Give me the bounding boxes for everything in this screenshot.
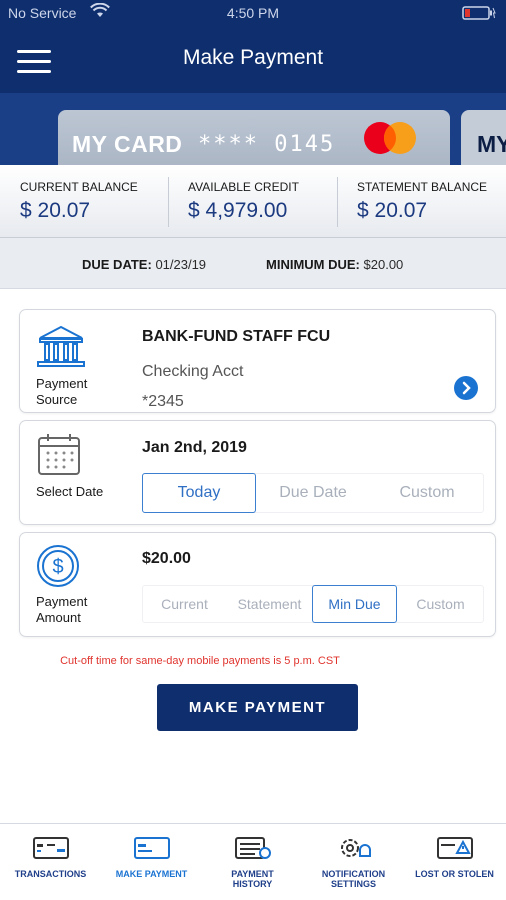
amount-option-statement[interactable]: Statement <box>227 585 312 623</box>
available-credit: AVAILABLE CREDIT $ 4,979.00 <box>188 165 338 238</box>
balance-summary: CURRENT BALANCE $ 20.07 AVAILABLE CREDIT… <box>0 165 506 238</box>
svg-text:$: $ <box>52 556 63 578</box>
minimum-due: MINIMUM DUE: $20.00 <box>266 257 403 272</box>
mastercard-logo-icon <box>364 122 416 154</box>
make-payment-button[interactable]: MAKE PAYMENT <box>157 684 358 731</box>
statement-balance: STATEMENT BALANCE $ 20.07 <box>357 165 506 238</box>
card-name: MY CARD <box>72 131 183 157</box>
chevron-right-icon <box>462 381 471 395</box>
payment-amount-panel: $ Payment Amount $20.00 Current Statement… <box>19 532 496 637</box>
next-card-name: MY <box>477 131 506 157</box>
current-balance: CURRENT BALANCE $ 20.07 <box>20 165 170 238</box>
top-bar: No Service 4:50 PM Make Payment <box>0 0 506 93</box>
selected-card[interactable]: MY CARD **** 0145 mastercard <box>58 110 450 165</box>
dollar-coin-icon: $ <box>37 545 79 587</box>
tab-notification-settings-label: NOTIFICATION SETTINGS <box>321 869 386 889</box>
payment-source-panel[interactable]: Payment Source BANK-FUND STAFF FCU Checki… <box>19 309 496 413</box>
bottom-tab-bar: TRANSACTIONS MAKE PAYMENT PAYMENT HISTORY <box>0 823 506 900</box>
tab-payment-history[interactable]: PAYMENT HISTORY <box>202 824 303 900</box>
payment-amount-value: $20.00 <box>142 550 191 567</box>
tab-payment-history-label: PAYMENT HISTORY <box>231 869 274 889</box>
select-date-panel: Select Date Jan 2nd, 2019 Today Due Date… <box>19 420 496 525</box>
page-title: Make Payment <box>182 46 324 69</box>
account-number: *2345 <box>142 393 184 410</box>
tab-make-payment-label: MAKE PAYMENT <box>115 869 188 879</box>
statement-balance-value: $ 20.07 <box>357 199 428 222</box>
due-date-label: DUE DATE: <box>82 257 152 272</box>
next-card[interactable]: MY <box>461 110 506 165</box>
minimum-due-label: MINIMUM DUE: <box>266 257 360 272</box>
payment-amount-label: Payment Amount <box>36 594 88 625</box>
account-type: Checking Acct <box>142 363 244 380</box>
current-balance-value: $ 20.07 <box>20 199 91 222</box>
bank-name: BANK-FUND STAFF FCU <box>142 328 331 345</box>
tab-notification-settings[interactable]: NOTIFICATION SETTINGS <box>303 824 404 900</box>
current-balance-label: CURRENT BALANCE <box>20 180 138 194</box>
date-option-custom[interactable]: Custom <box>370 473 484 513</box>
make-payment-icon <box>134 837 170 859</box>
statement-balance-label: STATEMENT BALANCE <box>357 180 488 194</box>
available-credit-label: AVAILABLE CREDIT <box>188 180 299 194</box>
minimum-due-value: $20.00 <box>363 257 404 272</box>
select-date-label: Select Date <box>36 484 104 499</box>
due-date-value: 01/23/19 <box>155 257 207 272</box>
date-option-today[interactable]: Today <box>142 473 256 513</box>
tab-transactions[interactable]: TRANSACTIONS <box>0 824 101 900</box>
clock-label: 4:50 PM <box>226 5 280 21</box>
amount-option-custom[interactable]: Custom <box>397 585 484 623</box>
cutoff-note: Cut-off time for same-day mobile payment… <box>60 655 340 667</box>
due-info-bar: DUE DATE: 01/23/19 MINIMUM DUE: $20.00 <box>0 238 506 289</box>
tab-lost-or-stolen[interactable]: LOST OR STOLEN <box>404 824 505 900</box>
date-option-due-date[interactable]: Due Date <box>256 473 370 513</box>
card-carousel[interactable]: MY CARD **** 0145 mastercard MY <box>0 93 506 165</box>
battery-icon <box>462 6 496 20</box>
notification-settings-icon <box>341 839 371 857</box>
status-bar: No Service 4:50 PM <box>0 0 506 26</box>
menu-line-icon <box>17 70 51 73</box>
divider <box>168 177 169 227</box>
payment-history-icon <box>235 837 271 859</box>
bank-icon <box>37 325 85 367</box>
lost-or-stolen-icon <box>437 837 473 859</box>
amount-option-min-due[interactable]: Min Due <box>312 585 397 623</box>
divider <box>337 177 338 227</box>
tab-transactions-label: TRANSACTIONS <box>14 869 87 879</box>
payment-source-label: Payment Source <box>36 376 88 407</box>
card-number: **** 0145 <box>198 132 336 157</box>
change-source-button[interactable] <box>454 376 478 400</box>
transactions-icon <box>33 837 69 859</box>
tab-make-payment[interactable]: MAKE PAYMENT <box>101 824 202 900</box>
calendar-icon <box>38 434 80 475</box>
available-credit-value: $ 4,979.00 <box>188 199 288 222</box>
make-payment-screen: No Service 4:50 PM Make Payment MY CARD <box>0 0 506 900</box>
selected-date-value: Jan 2nd, 2019 <box>142 439 247 456</box>
tab-lost-or-stolen-label: LOST OR STOLEN <box>415 869 494 879</box>
due-date: DUE DATE: 01/23/19 <box>82 257 206 272</box>
amount-option-current[interactable]: Current <box>142 585 227 623</box>
